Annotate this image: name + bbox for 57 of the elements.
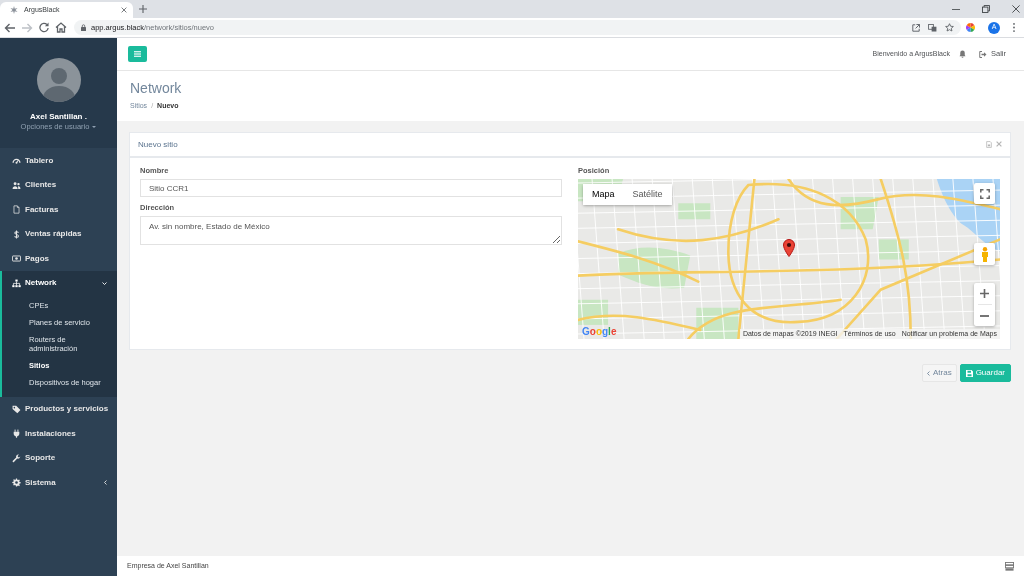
sidebar-item[interactable]: Sistema [0, 470, 117, 495]
users-icon [12, 180, 21, 190]
caret-down-icon [92, 126, 97, 128]
plus-icon[interactable] [139, 5, 147, 13]
close-icon[interactable] [1012, 5, 1020, 13]
gear-icon [12, 478, 21, 488]
file-icon [12, 205, 21, 215]
minus-icon [980, 314, 989, 317]
back-button[interactable]: Atras [921, 364, 957, 382]
star-icon[interactable] [945, 23, 954, 32]
textarea-field[interactable]: Av. sin nombre, Estado de México [140, 216, 562, 245]
bell-icon[interactable] [959, 50, 966, 58]
text-field[interactable]: Sitio CCR1 [140, 179, 562, 197]
color-wheel-icon[interactable] [966, 23, 975, 32]
banknote-icon [12, 254, 21, 264]
sidebar-item[interactable]: Network [2, 271, 117, 296]
lock-icon [81, 24, 86, 31]
map-type-tab[interactable]: Satélite [623, 184, 672, 205]
user-name: Axel Santillan . [30, 112, 87, 122]
home-icon[interactable] [55, 22, 67, 33]
sidebar-item[interactable]: Ventas rápidas [0, 222, 117, 247]
map-marker-icon [783, 239, 795, 257]
server-icon[interactable] [1005, 561, 1014, 571]
sidebar-item[interactable]: Pagos [0, 246, 117, 271]
gauge-icon [12, 156, 21, 166]
restore-icon[interactable] [982, 5, 990, 13]
sidebar-item[interactable]: Facturas [0, 197, 117, 222]
menu-toggle-button[interactable] [128, 46, 147, 62]
arrow-left-icon[interactable] [4, 22, 16, 33]
sidebar-item[interactable]: Instalaciones [0, 421, 117, 446]
close-icon[interactable] [121, 7, 127, 13]
map-type-tab[interactable]: Mapa [583, 184, 624, 205]
panel-title: Nuevo sitio [138, 138, 178, 151]
sitemap-icon [12, 278, 21, 288]
plug-icon [12, 429, 21, 439]
menu-icon [134, 51, 141, 57]
chevron-left-icon [926, 370, 930, 376]
sidebar-item[interactable]: Productos y servicios [0, 397, 117, 422]
sidebar-item[interactable]: Clientes [0, 173, 117, 198]
page-title: Network [130, 79, 183, 98]
wrench-icon [12, 453, 21, 463]
dollar-icon [12, 229, 21, 239]
user-avatar-icon [36, 58, 81, 102]
person-icon [980, 246, 989, 262]
starburst-icon [10, 6, 18, 14]
sidebar-item[interactable]: Tablero [0, 148, 117, 173]
fullscreen-icon [979, 188, 990, 199]
minimize-icon[interactable] [952, 8, 960, 10]
fullscreen-button[interactable] [974, 183, 995, 204]
reload-icon[interactable] [38, 22, 50, 33]
sign-out-icon [979, 50, 987, 58]
external-link-icon[interactable] [912, 23, 920, 32]
plus-icon [980, 289, 989, 298]
map-logo: Google [582, 326, 617, 337]
sidebar-item[interactable]: Soporte [0, 446, 117, 471]
tag-icon [12, 404, 21, 414]
overlapping-squares-icon[interactable] [928, 23, 937, 32]
